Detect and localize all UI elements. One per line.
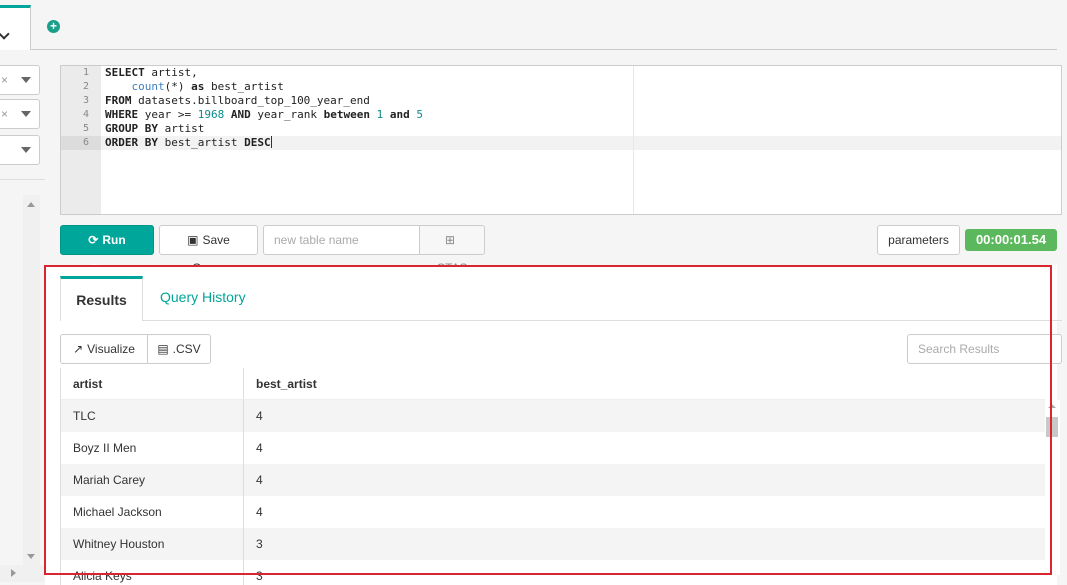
table-row: Mariah Carey 4 [61,464,1045,496]
left-sidebar: × × [0,50,45,585]
chevron-down-icon[interactable] [0,28,10,40]
cell-artist: Boyz II Men [61,432,244,464]
scroll-up-icon[interactable] [1048,404,1056,408]
print-margin [633,66,634,214]
line-number: 4 [82,109,89,120]
clear-icon[interactable]: × [1,73,8,87]
cell-artist: Whitney Houston [61,528,244,560]
sql-code[interactable]: SELECT artist, count(*) as best_artist F… [105,66,633,150]
cell-best-artist: 4 [256,473,263,487]
caret-down-icon[interactable] [21,147,31,153]
cell-artist: TLC [61,400,244,432]
code-line: ORDER BY best_artist DESC [105,136,272,149]
line-chart-icon: ↗ [73,342,84,356]
column-header-best-artist[interactable]: best_artist [244,368,1044,399]
table-row: Boyz II Men 4 [61,432,1045,464]
line-number: 2 [82,81,89,92]
line-number: 3 [82,95,89,106]
table-icon: ⊞ [444,233,456,247]
text-cursor [270,136,272,148]
table-row: Michael Jackson 4 [61,496,1045,528]
file-icon: ▤ [157,342,169,356]
line-number: 1 [82,67,89,78]
sql-lab: + × × 1 2 3 4 5 6 SELECT artist, count(*… [0,0,1067,585]
cell-best-artist: 3 [256,569,263,583]
sidebar-hscrollbar[interactable] [0,565,45,582]
code-line: WHERE year >= 1968 AND year_rank between… [105,108,423,121]
new-table-name-input[interactable] [263,225,419,255]
csv-label: .CSV [172,342,201,356]
save-icon: ▣ [187,233,199,247]
table-row: Whitney Houston 3 [61,528,1045,560]
code-line: count(*) as best_artist [131,80,284,93]
cell-best-artist: 4 [256,505,263,519]
sidebar-scrollbar[interactable] [23,195,40,565]
sql-editor[interactable]: 1 2 3 4 5 6 SELECT artist, count(*) as b… [60,65,1062,215]
tab-query-history[interactable]: Query History [160,289,246,305]
scroll-down-icon[interactable] [27,554,35,559]
table-row: TLC 4 [61,400,1045,432]
table-header: artist best_artist [61,368,1045,400]
scroll-right-icon[interactable] [11,569,16,577]
refresh-icon: ⟳ [88,233,99,247]
results-scrollbar[interactable] [1045,400,1060,575]
tab-bar-divider [31,49,1057,50]
results-table: artist best_artist TLC 4 Boyz II Men 4 M… [60,368,1045,585]
visualize-button[interactable]: ↗ Visualize [60,334,148,364]
column-header-artist[interactable]: artist [61,368,244,399]
table-row: Alicia Keys 3 [61,560,1045,585]
scrollbar-thumb[interactable] [1046,417,1058,437]
editor-gutter: 1 2 3 4 5 6 [61,66,101,214]
code-line: GROUP BY artist [105,122,205,135]
cell-artist: Alicia Keys [61,560,244,585]
scroll-up-icon[interactable] [27,202,35,207]
database-select[interactable]: × [0,65,40,95]
ctas-button[interactable]: ⊞CTAS [419,225,485,275]
line-number: 5 [82,123,89,134]
parameters-button[interactable]: parameters [877,225,960,255]
clear-icon[interactable]: × [1,107,8,121]
caret-down-icon[interactable] [21,77,31,83]
query-timer: 00:00:01.54 [965,229,1057,251]
cell-artist: Michael Jackson [61,496,244,528]
caret-down-icon[interactable] [21,111,31,117]
visualize-label: Visualize [87,342,135,356]
plus-circle-icon[interactable]: + [47,20,60,33]
sidebar-divider [0,179,45,180]
query-tab-bar: + [0,0,1067,50]
csv-button[interactable]: ▤ .CSV [147,334,211,364]
cell-artist: Mariah Carey [61,464,244,496]
cell-best-artist: 4 [256,409,263,423]
save-query-button[interactable]: ▣Save Query [159,225,258,275]
search-results-input[interactable] [907,334,1062,364]
line-number: 6 [61,136,101,150]
code-line: SELECT artist, [105,66,198,79]
query-tab-active[interactable] [0,5,31,50]
results-tab-divider [143,320,1062,321]
code-line: FROM datasets.billboard_top_100_year_end [105,94,370,107]
cell-best-artist: 4 [256,441,263,455]
tab-results[interactable]: Results [60,276,143,321]
table-select[interactable] [0,135,40,165]
cell-best-artist: 3 [256,537,263,551]
schema-select[interactable]: × [0,99,40,129]
run-query-button[interactable]: ⟳Run Query [60,225,154,275]
